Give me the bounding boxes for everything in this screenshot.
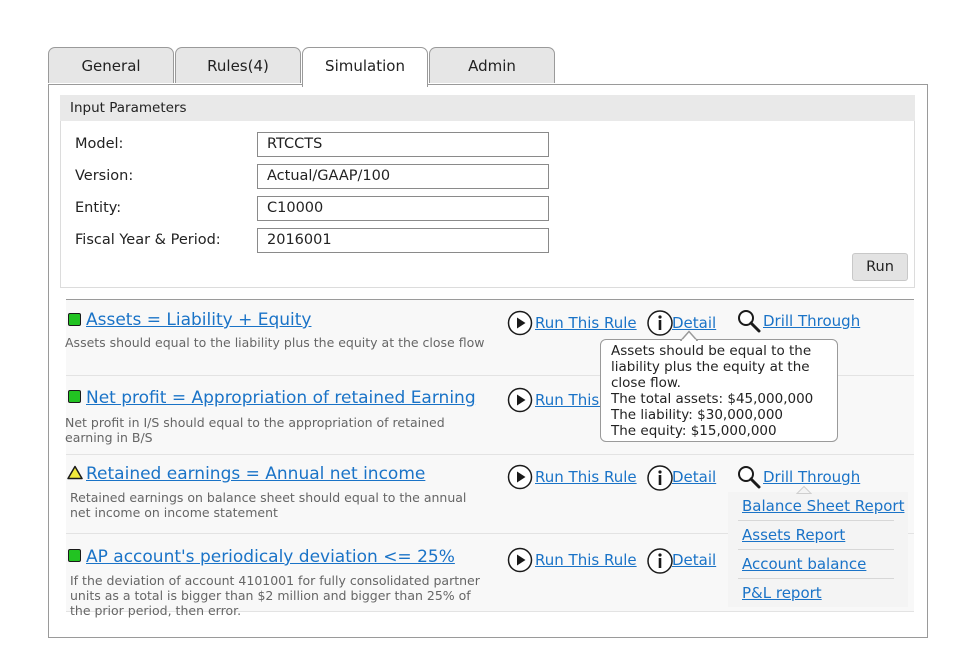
tab-simulation[interactable]: Simulation (302, 47, 428, 87)
model-label: Model: (75, 136, 124, 152)
run-this-rule-link[interactable]: Run This Rule (535, 314, 637, 332)
rule-title-link[interactable]: Retained earnings = Annual net income (86, 464, 425, 484)
detail-link[interactable]: Detail (672, 468, 716, 486)
status-ok-icon (68, 390, 81, 403)
tab-admin[interactable]: Admin (429, 47, 555, 83)
tooltip-line: close flow. (611, 375, 681, 391)
menu-divider (738, 578, 894, 579)
version-label: Version: (75, 168, 134, 184)
play-icon[interactable] (507, 310, 533, 336)
tooltip-line: liability plus the equity at the (611, 359, 810, 375)
entity-input[interactable]: C10000 (257, 196, 549, 221)
tooltip-line: The liability: $30,000,000 (611, 407, 784, 423)
tab-rules[interactable]: Rules(4) (175, 47, 301, 83)
status-ok-icon (68, 549, 81, 562)
magnifier-icon[interactable] (737, 309, 761, 333)
info-icon[interactable] (646, 464, 674, 492)
menu-item-account-balance[interactable]: Account balance (742, 555, 866, 573)
magnifier-icon[interactable] (737, 465, 761, 489)
menu-item-assets-report[interactable]: Assets Report (742, 526, 845, 544)
menu-item-pl-report[interactable]: P&L report (742, 584, 822, 602)
rule-description: Assets should equal to the liability plu… (65, 335, 485, 350)
run-button[interactable]: Run (852, 253, 908, 281)
menu-pointer (796, 485, 812, 494)
rule-title-link[interactable]: Net profit = Appropriation of retained E… (86, 388, 476, 408)
fiscal-period-label: Fiscal Year & Period: (75, 232, 221, 248)
tooltip-line: The equity: $15,000,000 (611, 423, 777, 439)
status-ok-icon (68, 313, 81, 326)
input-parameters-box (60, 95, 915, 288)
drill-through-link[interactable]: Drill Through (763, 468, 860, 486)
drill-through-link[interactable]: Drill Through (763, 312, 860, 330)
info-icon[interactable] (646, 309, 674, 337)
fiscal-period-input[interactable]: 2016001 (257, 228, 549, 253)
status-warning-icon (67, 465, 83, 480)
detail-link[interactable]: Detail (672, 551, 716, 569)
play-icon[interactable] (507, 464, 533, 490)
input-parameters-header: Input Parameters (60, 95, 915, 121)
tooltip-line: The total assets: $45,000,000 (611, 391, 814, 407)
tooltip-line: Assets should be equal to the (611, 343, 812, 359)
run-this-rule-link[interactable]: Run This Rule (535, 468, 637, 486)
tab-general[interactable]: General (48, 47, 174, 83)
detail-tooltip: Assets should be equal to the liability … (600, 339, 838, 442)
rule-title-link[interactable]: Assets = Liability + Equity (86, 310, 311, 330)
run-this-rule-link[interactable]: Run This Rule (535, 551, 637, 569)
version-input[interactable]: Actual/GAAP/100 (257, 164, 549, 189)
play-icon[interactable] (507, 387, 533, 413)
rule-description: Retained earnings on balance sheet shoul… (70, 490, 467, 520)
tooltip-pointer (680, 330, 698, 341)
model-input[interactable]: RTCCTS (257, 132, 549, 157)
rule-description: Net profit in I/S should equal to the ap… (65, 415, 445, 445)
rule-description: If the deviation of account 4101001 for … (70, 573, 480, 618)
menu-item-balance-sheet-report[interactable]: Balance Sheet Report (742, 497, 904, 515)
rule-title-link[interactable]: AP account's periodicaly deviation <= 25… (86, 547, 455, 567)
play-icon[interactable] (507, 547, 533, 573)
info-icon[interactable] (646, 547, 674, 575)
entity-label: Entity: (75, 200, 122, 216)
menu-divider (738, 520, 894, 521)
menu-divider (738, 549, 894, 550)
